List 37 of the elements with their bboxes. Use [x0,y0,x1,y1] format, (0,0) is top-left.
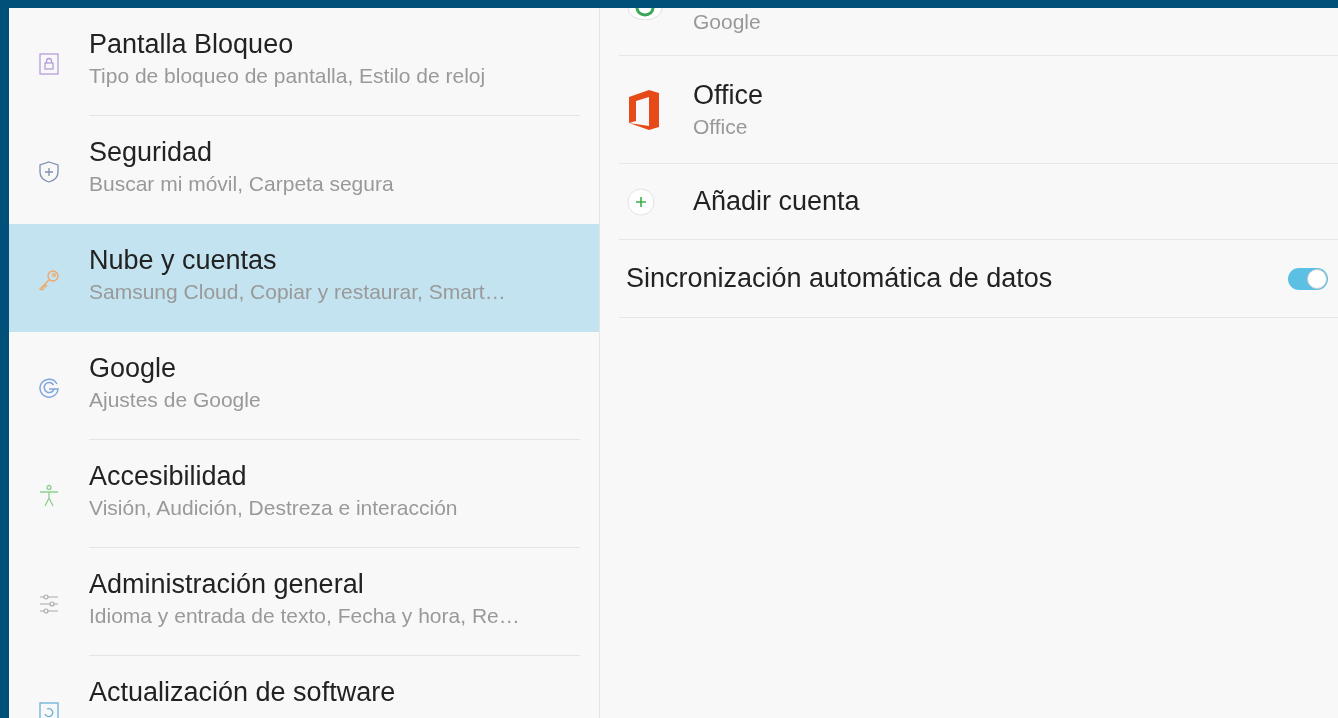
item-subtitle: Tipo de bloqueo de pantalla, Estilo de reloj [89,62,487,89]
item-title: Pantalla Bloqueo [89,28,295,61]
sliders-icon [37,592,61,616]
sidebar-item[interactable]: Nube y cuentas Samsung Cloud, Copiar y restaurar, Smart… [9,224,599,332]
account-type: Google [693,9,761,35]
account-type: Office [693,113,749,140]
auto-sync-label: Sincronización automática de datos [626,261,1053,295]
sidebar-item[interactable]: Google Ajustes de Google [9,332,599,440]
item-subtitle: Idioma y entrada de texto, Fecha y hora, Re… [89,602,521,629]
item-title: Accesibilidad [89,460,248,493]
item-title: Google [89,352,178,385]
sidebar-item[interactable]: Actualización de software [9,656,599,718]
item-title: Nube y cuentas [89,244,278,277]
refresh-icon [37,700,61,718]
office-logo-icon [627,88,661,131]
person-icon [37,484,61,508]
sidebar-item[interactable]: Seguridad Buscar mi móvil, Carpeta segura [9,116,599,224]
lock-icon [37,52,61,76]
g-letter-icon [37,376,61,400]
auto-sync-toggle[interactable] [1288,267,1328,290]
add-account-label: Añadir cuenta [693,184,860,218]
sidebar-item[interactable]: Administración general Idioma y entrada de texto, Fecha y hora, Re… [9,548,599,656]
item-subtitle: Visión, Audición, Destreza e interacción [89,494,459,521]
plus-icon [627,187,655,216]
sidebar-item[interactable]: Pantalla Bloqueo Tipo de bloqueo de pantalla, Estilo de reloj [9,8,599,116]
add-account-item[interactable]: Añadir cuenta [619,164,1338,240]
account-name: Office [693,78,764,112]
account-item[interactable]: Office Office [619,56,1338,164]
item-title: Administración general [89,568,365,601]
sidebar-item[interactable]: Accesibilidad Visión, Audición, Destreza e interacción [9,440,599,548]
item-title: Actualización de software [89,676,397,709]
item-subtitle: Buscar mi móvil, Carpeta segura [89,170,395,197]
shield-icon [37,160,61,184]
item-subtitle: Samsung Cloud, Copiar y restaurar, Smart… [89,278,507,305]
key-icon [37,268,61,292]
item-title: Seguridad [89,136,214,169]
item-subtitle: Ajustes de Google [89,386,262,413]
